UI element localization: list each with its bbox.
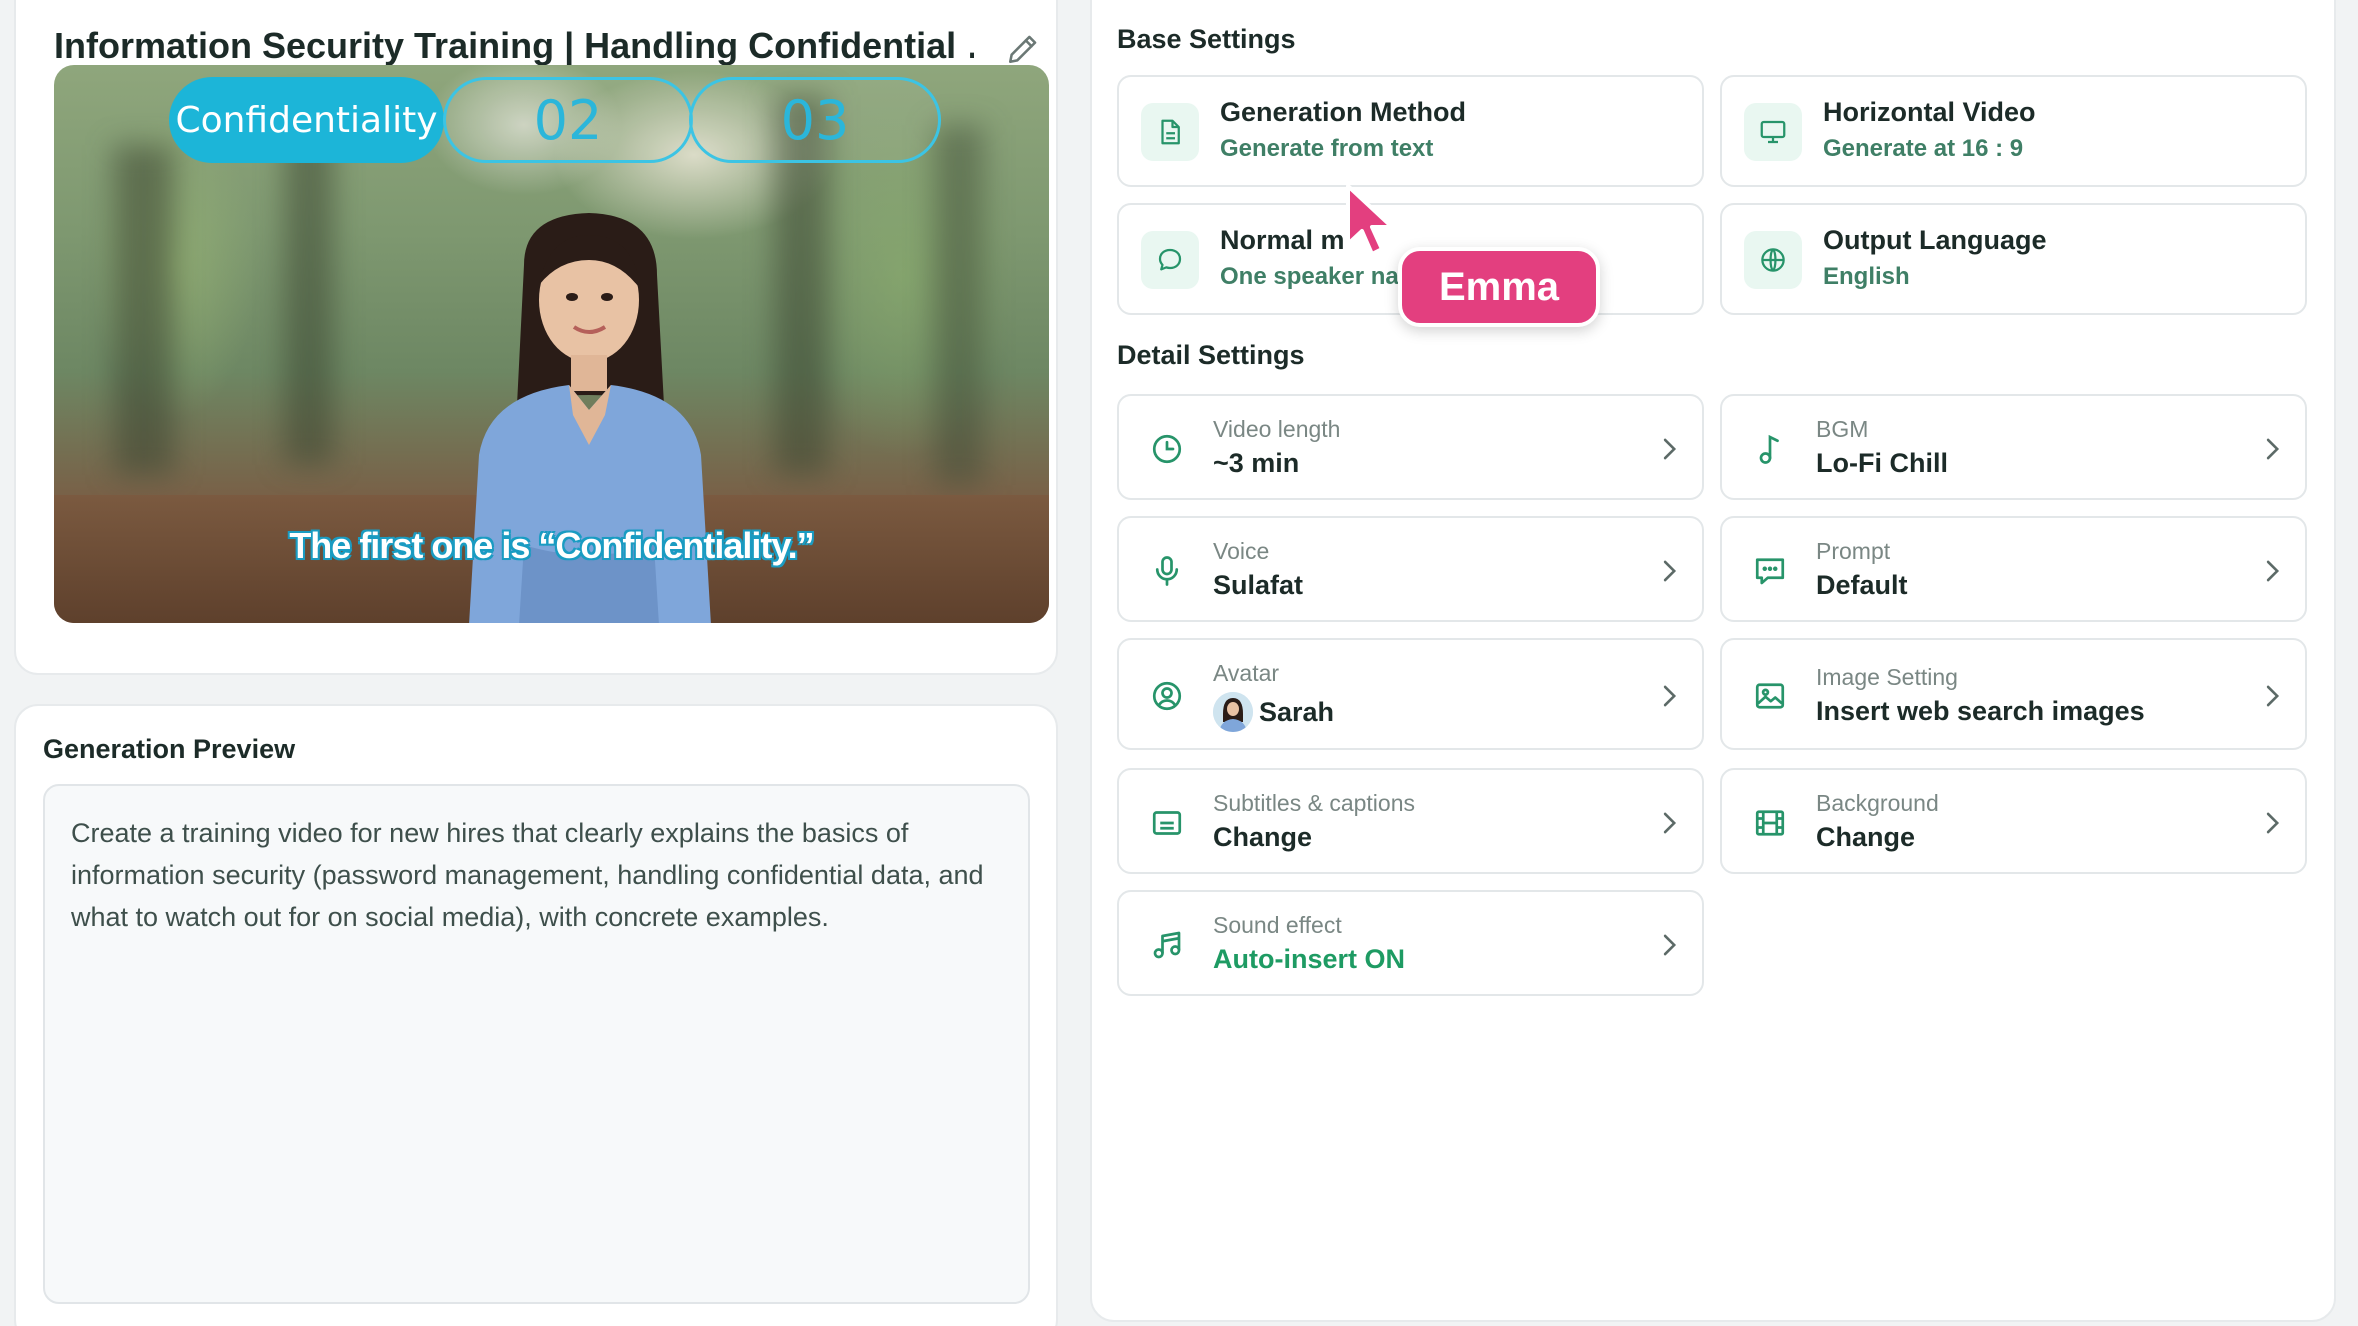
output-language-label: Output Language [1823,225,2047,255]
chevron-right-icon [1663,438,1677,460]
bgm-value: Lo-Fi Chill [1816,448,1948,478]
avatar-value-row: Sarah [1213,692,1334,732]
microphone-icon [1155,556,1179,586]
video-subtitle: The first one is “Confidentiality.” [289,525,814,566]
chapter-pill-2[interactable]: 02 [443,77,693,163]
chevron-right-icon [2266,812,2280,834]
chapter-pill-active[interactable]: Confidentiality [169,77,444,163]
avatar-thumbnail [1213,692,1253,732]
subtitles-setting[interactable]: Subtitles & captions Change [1117,768,1704,874]
background-label: Background [1816,790,1939,816]
voice-value: Sulafat [1213,570,1304,600]
video-orientation-value: Generate at 16 : 9 [1823,135,2024,162]
video-length-value: ~3 min [1213,448,1300,478]
prompt-value: Default [1816,570,1908,600]
pencil-icon[interactable] [1006,32,1040,66]
chevron-right-icon [1663,934,1677,956]
music-note-icon [1759,434,1779,464]
chevron-right-icon [1663,812,1677,834]
settings-panel: Base Settings Generation Method Generate… [1090,0,2336,1322]
generation-method-card[interactable]: Generation Method Generate from text [1117,75,1704,187]
chat-bubble-icon [1141,231,1199,289]
image-setting[interactable]: Image Setting Insert web search images [1720,638,2307,750]
speaker-mode-label: Normal m [1220,225,1345,255]
clock-icon [1152,434,1182,464]
monitor-icon [1744,103,1802,161]
detail-settings-title: Detail Settings [1117,340,1305,370]
film-icon [1755,810,1785,836]
chevron-right-icon [1663,685,1677,707]
chevron-right-icon [2266,438,2280,460]
prompt-setting[interactable]: Prompt Default [1720,516,2307,622]
chevron-right-icon [1663,560,1677,582]
avatar-value: Sarah [1259,696,1335,727]
document-icon [1141,103,1199,161]
video-orientation-label: Horizontal Video [1823,97,2036,127]
base-settings-title: Base Settings [1117,24,1296,54]
chapter-pill-3[interactable]: 03 [689,77,941,163]
video-player[interactable]: Confidentiality 02 03 The first one is “… [54,65,1049,623]
globe-icon [1744,231,1802,289]
output-language-value: English [1823,263,1910,290]
subtitles-label: Subtitles & captions [1213,790,1416,816]
output-language-card[interactable]: Output Language English [1720,203,2307,315]
video-title[interactable]: Information Security Training | Handling… [54,25,974,67]
generation-method-value: Generate from text [1220,135,1434,162]
subtitles-icon [1152,811,1182,835]
image-icon [1755,683,1785,709]
sound-effect-value: Auto-insert ON [1213,944,1405,974]
video-length-label: Video length [1213,416,1341,442]
sound-effect-label: Sound effect [1213,912,1342,938]
generation-preview-title: Generation Preview [43,734,296,764]
collaborator-name-tag: Emma [1398,247,1600,327]
video-length-setting[interactable]: Video length ~3 min [1117,394,1704,500]
voice-setting[interactable]: Voice Sulafat [1117,516,1704,622]
avatar-label: Avatar [1213,660,1280,686]
generation-method-label: Generation Method [1220,97,1467,127]
chevron-right-icon [2266,685,2280,707]
voice-label: Voice [1213,538,1270,564]
image-setting-label: Image Setting [1816,664,1958,690]
user-circle-icon [1152,681,1182,711]
sound-effect-setting[interactable]: Sound effect Auto-insert ON [1117,890,1704,996]
music-notes-icon [1153,931,1181,959]
subtitles-value: Change [1213,822,1313,852]
avatar-setting[interactable]: Avatar Sarah [1117,638,1704,750]
generation-preview-text[interactable]: Create a training video for new hires th… [43,784,1030,1304]
chevron-right-icon [2266,560,2280,582]
video-orientation-card[interactable]: Horizontal Video Generate at 16 : 9 [1720,75,2307,187]
message-dots-icon [1755,558,1785,585]
video-card: Information Security Training | Handling… [14,0,1058,675]
bgm-setting[interactable]: BGM Lo-Fi Chill [1720,394,2307,500]
image-setting-value: Insert web search images [1816,696,2145,726]
prompt-label: Prompt [1816,538,1891,564]
generation-preview-card: Generation Preview Create a training vid… [14,704,1058,1326]
speaker-mode-value: One speaker na [1220,263,1399,290]
collaborator-cursor-icon [1346,184,1394,256]
background-value: Change [1816,822,1916,852]
bgm-label: BGM [1816,416,1869,442]
background-setting[interactable]: Background Change [1720,768,2307,874]
